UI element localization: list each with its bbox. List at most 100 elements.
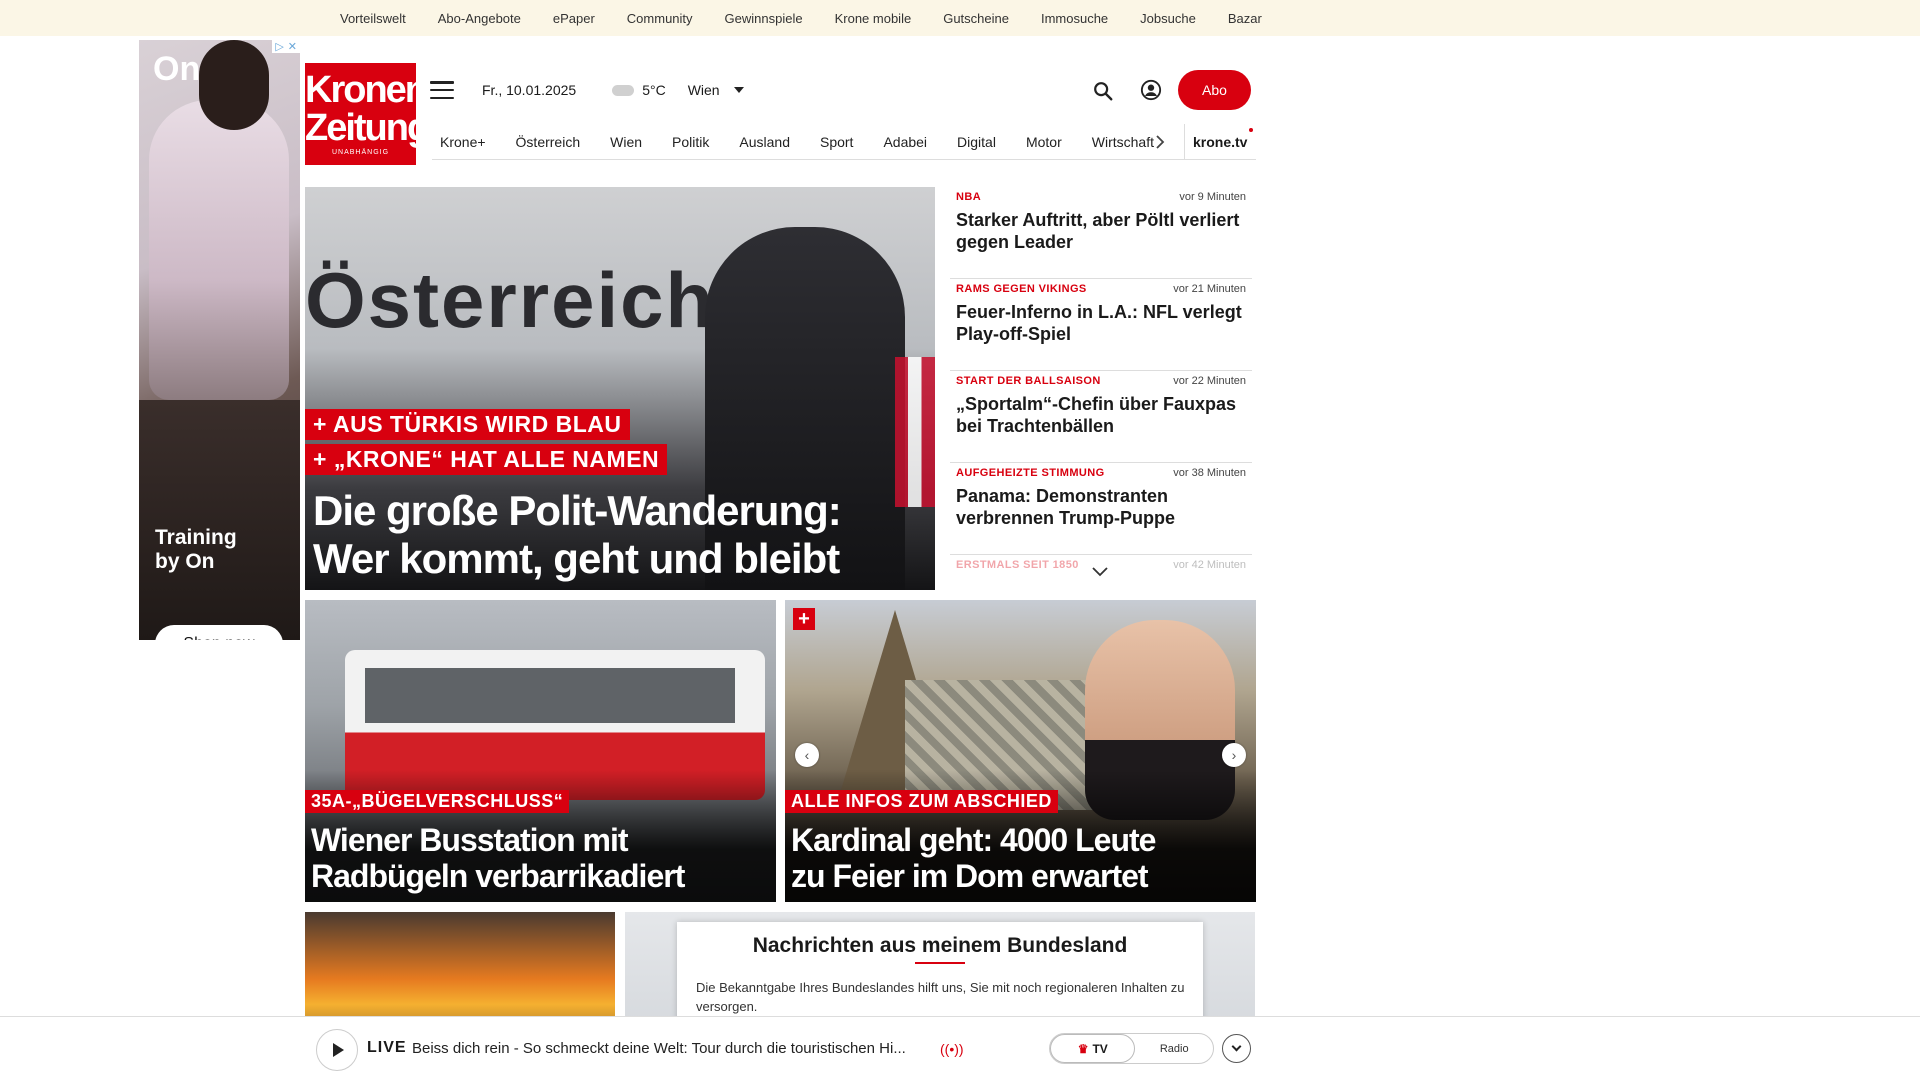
ticker-item[interactable]: NBA vor 9 Minuten Starker Auftritt, aber … — [950, 187, 1252, 279]
logo-line: Zeitung — [305, 107, 430, 149]
utility-link[interactable]: Gewinnspiele — [725, 11, 803, 26]
nav-item-sport[interactable]: Sport — [820, 134, 853, 150]
abo-button[interactable]: Abo — [1178, 70, 1251, 110]
utility-link[interactable]: Community — [627, 11, 693, 26]
ticker-title[interactable]: „Sportalm“-Chefin über Fauxpas bei Trach… — [956, 393, 1246, 437]
now-playing-text: Beiss dich rein - So schmeckt deine Welt… — [412, 1040, 906, 1057]
tv-option[interactable]: ♛ TV — [1050, 1034, 1136, 1063]
carousel-prev-button[interactable]: ‹ — [795, 743, 819, 767]
title-underline — [915, 962, 965, 964]
logo-line: Kronen — [305, 69, 428, 111]
ad-model-legs — [139, 400, 300, 640]
nav-item-oesterreich[interactable]: Österreich — [516, 134, 581, 150]
ticker-item[interactable]: RAMS GEGEN VIKINGS vor 21 Minuten Feuer-I… — [950, 279, 1252, 371]
prompt-title: Nachrichten aus meinem Bundesland — [752, 934, 1128, 957]
ticker-time: vor 22 Minuten — [1173, 375, 1246, 387]
hero-headline-line: Wer kommt, geht und bleibt — [313, 535, 840, 582]
card-headline-line: Radbügeln verbarrikadiert — [311, 858, 685, 894]
hamburger-menu-icon[interactable] — [430, 81, 454, 99]
shop-now-button[interactable]: Shop now — [155, 625, 283, 640]
temperature: 5°C — [642, 82, 666, 98]
ticker-item[interactable]: AUFGEHEIZTE STIMMUNG vor 38 Minuten Panam… — [950, 463, 1252, 555]
ticker-category: START DER BALLSAISON — [956, 375, 1101, 387]
card-headline-line: Wiener Busstation mit — [311, 822, 629, 858]
crown-icon: ♛ — [1077, 1041, 1089, 1056]
card-kicker[interactable]: 35A-„BÜGELVERSCHLUSS“ — [305, 790, 570, 813]
ad-tagline: Training by On — [155, 526, 237, 574]
story-card-carousel[interactable]: + ‹ › ALLE INFOS ZUM ABSCHIED Kardinal g… — [785, 600, 1256, 902]
sidebar-ad[interactable]: On ▷ ✕ Training by On Shop now — [139, 40, 300, 640]
nav-item-krone-plus[interactable]: Krone+ — [440, 134, 486, 150]
bus-windows — [365, 668, 735, 723]
weather-widget[interactable]: 5°C — [612, 82, 666, 98]
nav-item-krone-tv[interactable]: krone.tv — [1184, 124, 1247, 160]
ad-info-icon[interactable]: ▷ — [275, 40, 283, 53]
card-kicker[interactable]: ALLE INFOS ZUM ABSCHIED — [785, 790, 1058, 813]
ticker-category: ERSTMALS SEIT 1850 — [956, 559, 1079, 571]
nav-item-digital[interactable]: Digital — [957, 134, 996, 150]
expand-player-button[interactable] — [1222, 1034, 1251, 1063]
nav-item-ausland[interactable]: Ausland — [739, 134, 790, 150]
ticker-item[interactable]: START DER BALLSAISON vor 22 Minuten „Spor… — [950, 371, 1252, 463]
utility-link[interactable]: Bazar — [1228, 11, 1262, 26]
news-ticker: NBA vor 9 Minuten Starker Auftritt, aber … — [950, 187, 1252, 587]
austrian-flag — [895, 357, 935, 507]
ticker-category: AUFGEHEIZTE STIMMUNG — [956, 467, 1105, 479]
hero-story[interactable]: Österreichp + AUS TÜRKIS WIRD BLAU + „KR… — [305, 187, 935, 590]
prompt-text: Die Bekanntgabe Ihres Bundeslandes hilft… — [696, 980, 1185, 1014]
nav-item-politik[interactable]: Politik — [672, 134, 709, 150]
ticker-title[interactable]: Feuer-Inferno in L.A.: NFL verlegt Play-… — [956, 301, 1246, 345]
chevron-right-icon[interactable] — [1152, 134, 1168, 150]
chevron-down-icon — [1231, 1041, 1242, 1052]
close-icon[interactable]: ✕ — [288, 40, 297, 53]
nav-item-wirtschaft[interactable]: Wirtschaft — [1092, 134, 1154, 150]
card-headline[interactable]: Kardinal geht: 4000 Leute zu Feier im Do… — [791, 822, 1156, 894]
ad-brand-logo: On — [153, 50, 201, 88]
hero-background-text: Österreichp — [305, 256, 765, 344]
kronen-zeitung-logo[interactable]: Kronen Zeitung UNABHÄNGIG — [305, 63, 430, 165]
utility-link[interactable]: Immosuche — [1041, 11, 1108, 26]
live-player-bar: LIVE Beiss dich rein - So schmeckt deine… — [0, 1016, 1920, 1080]
nav-item-motor[interactable]: Motor — [1026, 134, 1062, 150]
play-button[interactable] — [316, 1029, 358, 1071]
ticker-title[interactable]: Panama: Demonstranten verbrennen Trump-P… — [956, 485, 1246, 529]
chevron-down-icon[interactable] — [1091, 566, 1109, 578]
story-card[interactable]: 35A-„BÜGELVERSCHLUSS“ Wiener Busstation … — [305, 600, 776, 902]
ad-choices[interactable]: ▷ ✕ — [272, 40, 300, 53]
hero-kicker[interactable]: + „KRONE“ HAT ALLE NAMEN — [305, 444, 668, 475]
broadcast-icon: ((•)) — [940, 1041, 964, 1057]
utility-link[interactable]: Abo-Angebote — [438, 11, 521, 26]
utility-link[interactable]: Gutscheine — [943, 11, 1009, 26]
search-icon[interactable] — [1092, 80, 1114, 102]
live-label: LIVE — [367, 1039, 407, 1056]
nav-item-wien[interactable]: Wien — [610, 134, 642, 150]
ad-tagline-line: by On — [155, 550, 215, 573]
region-select[interactable]: Wien — [688, 82, 744, 98]
ticker-category: RAMS GEGEN VIKINGS — [956, 283, 1087, 295]
hero-headline[interactable]: Die große Polit-Wanderung: Wer kommt, ge… — [313, 487, 842, 583]
ticker-time: vor 38 Minuten — [1173, 467, 1246, 479]
carousel-next-button[interactable]: › — [1222, 743, 1246, 767]
hero-headline-line: Die große Polit-Wanderung: — [313, 487, 842, 534]
nav-items: Krone+ Österreich Wien Politik Ausland S… — [432, 124, 1172, 160]
utility-links: Vorteilswelt Abo-Angebote ePaper Communi… — [340, 0, 1294, 36]
utility-link[interactable]: Vorteilswelt — [340, 11, 406, 26]
utility-link[interactable]: ePaper — [553, 11, 595, 26]
utility-link[interactable]: Krone mobile — [835, 11, 912, 26]
cloud-icon — [612, 84, 635, 96]
ad-model-image — [149, 100, 289, 400]
ticker-title[interactable]: Starker Auftritt, aber Pöltl verliert ge… — [956, 209, 1246, 253]
card-headline[interactable]: Wiener Busstation mit Radbügeln verbarri… — [311, 822, 685, 894]
main-navigation: Krone+ Österreich Wien Politik Ausland S… — [432, 124, 1256, 160]
user-account-icon[interactable] — [1140, 79, 1162, 101]
ad-tagline-line: Training — [155, 526, 237, 549]
ticker-category: NBA — [956, 191, 982, 203]
utility-link[interactable]: Jobsuche — [1140, 11, 1196, 26]
header-bar: Fr., 10.01.2025 5°C Wien Abo — [430, 70, 1251, 110]
tv-radio-toggle[interactable]: ♛ TV Radio — [1049, 1033, 1214, 1064]
nav-item-adabei[interactable]: Adabei — [883, 134, 927, 150]
tv-option-label: TV — [1092, 1041, 1108, 1056]
radio-option[interactable]: Radio — [1135, 1034, 1213, 1063]
hero-kicker[interactable]: + AUS TÜRKIS WIRD BLAU — [305, 409, 630, 440]
region-label: Wien — [687, 82, 720, 98]
